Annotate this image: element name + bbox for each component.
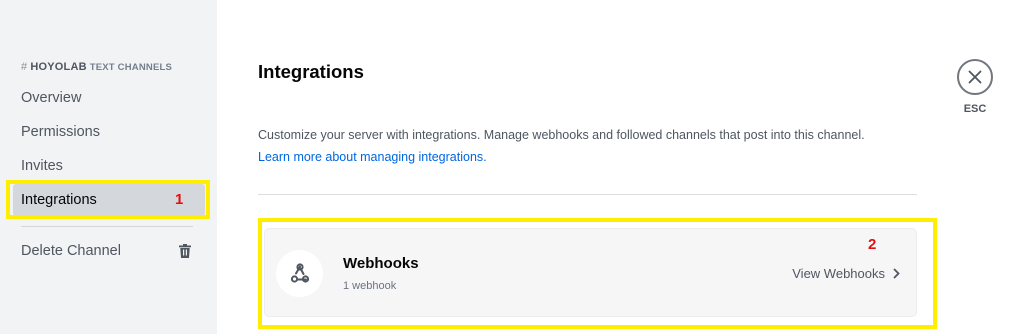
sidebar-divider — [21, 226, 193, 227]
learn-more-link[interactable]: Learn more about managing integrations. — [258, 146, 865, 168]
channel-category-label: TEXT CHANNELS — [89, 61, 173, 73]
sidebar-item-overview[interactable]: Overview — [13, 82, 205, 114]
sidebar-item-label: Delete Channel — [21, 243, 121, 259]
hash-icon: # — [21, 61, 28, 73]
close-button[interactable] — [957, 59, 993, 95]
close-icon — [968, 70, 982, 84]
chevron-right-icon — [893, 268, 900, 279]
sidebar-item-label: Invites — [21, 158, 63, 174]
sidebar-item-invites[interactable]: Invites — [13, 150, 205, 182]
sidebar-item-permissions[interactable]: Permissions — [13, 116, 205, 148]
channel-header: # HOYOLAB TEXT CHANNELS — [21, 61, 172, 73]
page-description: Customize your server with integrations.… — [258, 124, 865, 168]
view-webhooks-label: View Webhooks — [792, 266, 885, 281]
webhooks-title: Webhooks — [343, 255, 419, 272]
content-divider — [258, 194, 917, 195]
sidebar-item-label: Integrations — [21, 192, 97, 208]
channel-name: HOYOLAB — [30, 61, 87, 73]
description-text: Customize your server with integrations.… — [258, 128, 865, 142]
annotation-number-2: 2 — [868, 236, 877, 253]
view-webhooks-button[interactable]: View Webhooks — [792, 266, 900, 281]
settings-sidebar: # HOYOLAB TEXT CHANNELS Overview Permiss… — [0, 0, 217, 334]
sidebar-item-label: Overview — [21, 90, 82, 106]
trash-icon — [179, 244, 191, 258]
webhooks-card[interactable]: Webhooks 1 webhook View Webhooks — [264, 228, 917, 317]
sidebar-item-label: Permissions — [21, 124, 100, 140]
annotation-number-1: 1 — [175, 191, 184, 208]
webhook-icon — [290, 262, 309, 283]
page-title: Integrations — [258, 61, 364, 82]
esc-label: ESC — [963, 103, 987, 115]
webhook-icon-container — [276, 250, 323, 297]
sidebar-item-delete-channel[interactable]: Delete Channel — [13, 235, 205, 267]
webhooks-count: 1 webhook — [343, 280, 397, 292]
